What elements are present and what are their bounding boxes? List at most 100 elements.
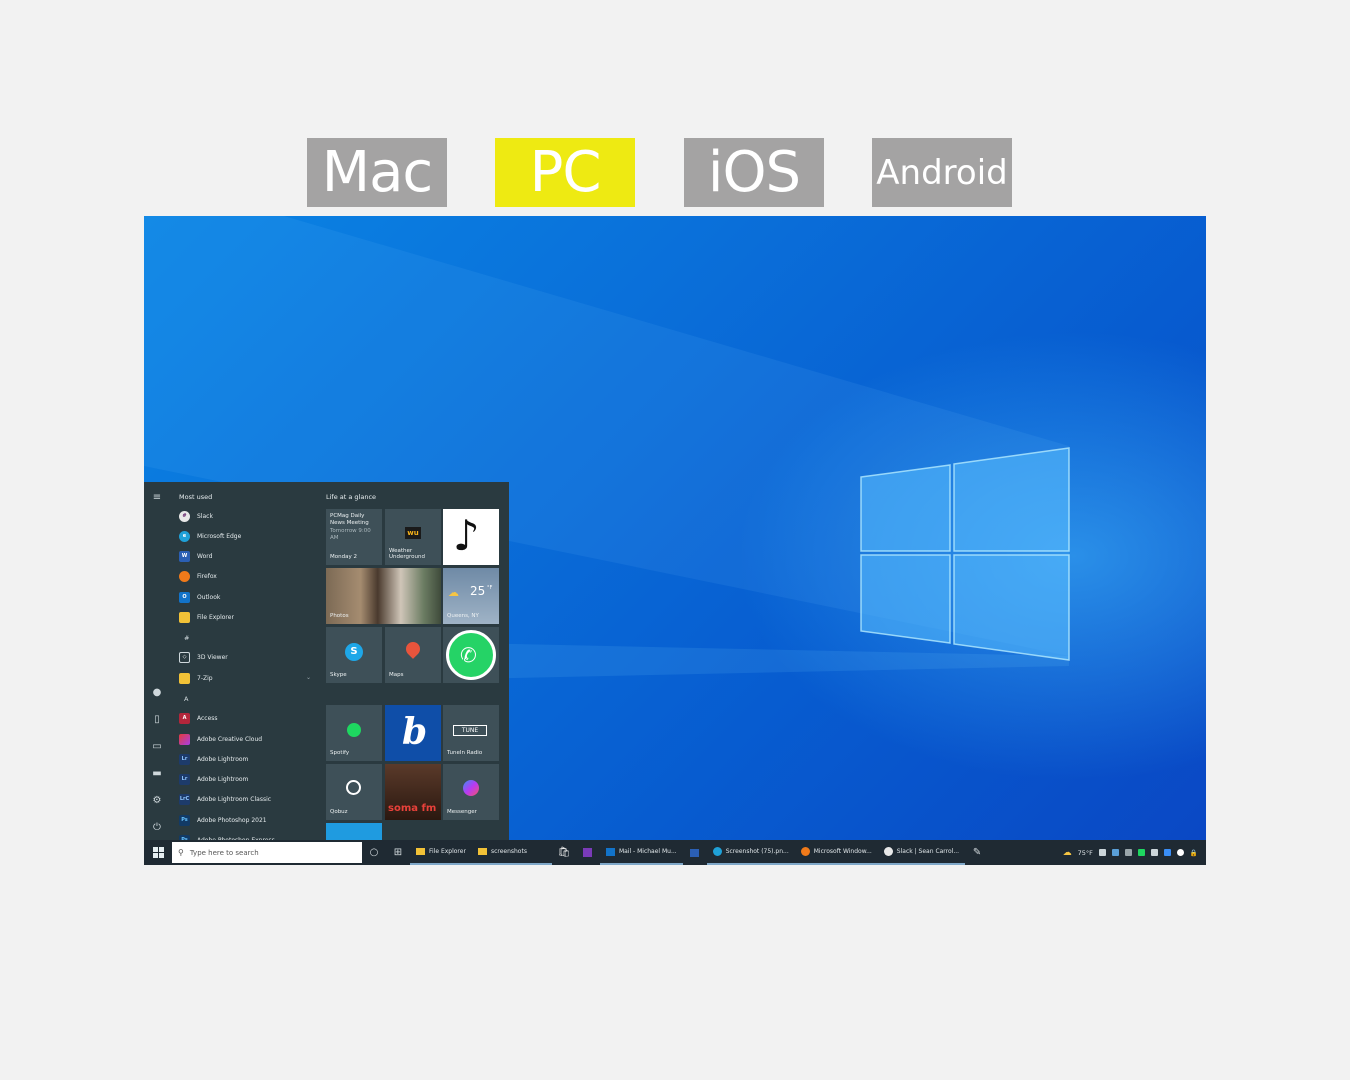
tray-app-icon[interactable]: [1137, 849, 1145, 856]
tray-temperature[interactable]: 75°F: [1078, 849, 1093, 857]
tile-label: Photos: [330, 613, 349, 620]
app-slack[interactable]: # Slack: [179, 509, 319, 523]
app-list: Most used # Slack e Microsoft Edge W Word F…: [174, 482, 319, 846]
soma-fm-logo: soma fm: [388, 803, 437, 814]
tile-label: TuneIn Radio: [447, 750, 483, 757]
app-lightroom-classic[interactable]: LrC Adobe Lightroom Classic: [179, 792, 319, 806]
app-label: 7-Zip: [197, 674, 213, 682]
tile-bing[interactable]: b: [385, 705, 441, 761]
app-label: Access: [197, 714, 218, 722]
edge-icon: e: [179, 530, 190, 542]
user-avatar-icon[interactable]: ●: [151, 687, 163, 699]
tile-whatsapp[interactable]: ✆: [443, 627, 499, 683]
hamburger-menu-icon[interactable]: ≡: [151, 492, 163, 504]
tile-tunein[interactable]: TUNE TuneIn Radio: [443, 705, 499, 761]
calendar-line4: AM: [330, 535, 339, 542]
app-edge[interactable]: e Microsoft Edge: [179, 529, 319, 543]
tile-music[interactable]: ♪: [443, 509, 499, 565]
tile-label: Qobuz: [330, 809, 348, 816]
taskbar-app-firefox[interactable]: Microsoft Window...: [794, 840, 878, 865]
tile-soma-fm[interactable]: soma fm: [385, 764, 441, 820]
tab-pc-label: PC: [529, 140, 602, 205]
app-outlook[interactable]: O Outlook: [179, 590, 319, 604]
tray-app-icon[interactable]: [1111, 849, 1119, 856]
letter-a[interactable]: A: [184, 695, 188, 703]
windows-desktop: ≡ ● ▯ ▭ ▬ ⚙ ⏻ Most used # Slack e Microsof…: [144, 216, 1206, 865]
tile-weather-underground[interactable]: wu Weather Underground: [385, 509, 441, 565]
bluetooth-icon[interactable]: [1163, 849, 1171, 856]
task-view-icon[interactable]: ⊞: [386, 840, 410, 865]
tray-app-icon[interactable]: [1098, 849, 1106, 856]
search-icon: ⚲: [178, 848, 184, 857]
app-lightroom[interactable]: Lr Adobe Lightroom: [179, 752, 319, 766]
tile-skype[interactable]: S Skype: [326, 627, 382, 683]
tile-maps[interactable]: Maps: [385, 627, 441, 683]
tile-qobuz[interactable]: Qobuz: [326, 764, 382, 820]
onedrive-icon[interactable]: [1176, 849, 1184, 856]
onenote-icon[interactable]: [576, 840, 600, 865]
app-label: File Explorer: [197, 613, 234, 621]
tunein-logo-icon: TUNE: [453, 725, 487, 736]
tray-app-icon[interactable]: [1124, 849, 1132, 856]
power-icon[interactable]: ⏻: [151, 822, 163, 834]
taskbar-app-screenshot-edge[interactable]: Screenshot (75).pn...: [706, 840, 795, 865]
whatsapp-icon: ✆: [446, 630, 496, 680]
app-file-explorer[interactable]: File Explorer: [179, 610, 319, 624]
documents-icon[interactable]: ▯: [151, 714, 163, 726]
app-label: Adobe Creative Cloud: [197, 735, 263, 743]
pinned-tool-icon[interactable]: ✎: [965, 840, 989, 865]
app-firefox[interactable]: Firefox: [179, 569, 319, 583]
tab-android-label: Android: [876, 152, 1008, 193]
start-menu: ≡ ● ▯ ▭ ▬ ⚙ ⏻ Most used # Slack e Microsof…: [144, 482, 509, 846]
tile-photos[interactable]: Photos: [326, 568, 441, 624]
taskbar-app-file-explorer[interactable]: File Explorer: [410, 840, 472, 865]
chevron-down-icon[interactable]: ⌄: [306, 674, 311, 681]
qobuz-icon: [346, 780, 361, 795]
weather-temp: 25: [470, 584, 486, 598]
cortana-icon[interactable]: ○: [362, 840, 386, 865]
taskbar-app-mail[interactable]: Mail - Michael Mu...: [599, 840, 683, 865]
taskbar-search-box[interactable]: ⚲ Type here to search: [172, 842, 362, 863]
app-label: Microsoft Edge: [197, 532, 242, 540]
tab-mac[interactable]: Mac: [307, 138, 447, 207]
calendar-day: Monday 2: [330, 554, 357, 561]
tab-android[interactable]: Android: [872, 138, 1012, 207]
tile-label: Weather Underground: [389, 547, 426, 561]
lock-icon[interactable]: 🔒: [1190, 849, 1198, 857]
outlook-icon: [605, 847, 615, 856]
app-7zip[interactable]: 7-Zip: [179, 671, 319, 685]
tile-partial[interactable]: [326, 823, 382, 840]
tile-calendar[interactable]: PCMag Daily News Meeting Tomorrow 9:00 A…: [326, 509, 382, 565]
taskbar-app-slack[interactable]: Slack | Sean Carrol...: [877, 840, 966, 865]
taskbar-app-screenshots[interactable]: screenshots: [471, 840, 552, 865]
letter-hash[interactable]: #: [184, 634, 189, 642]
app-label: Adobe Photoshop 2021: [197, 816, 267, 824]
word-icon[interactable]: [683, 840, 707, 865]
app-access[interactable]: A Access: [179, 711, 319, 725]
videos-icon[interactable]: ▬: [151, 768, 163, 780]
start-button[interactable]: [144, 840, 172, 865]
settings-gear-icon[interactable]: ⚙: [151, 795, 163, 807]
app-3d-viewer[interactable]: ◇ 3D Viewer: [179, 650, 319, 664]
tab-pc[interactable]: PC: [495, 138, 635, 207]
app-label: Slack: [197, 512, 213, 520]
app-lightroom-2[interactable]: Lr Adobe Lightroom: [179, 772, 319, 786]
app-creative-cloud[interactable]: Adobe Creative Cloud: [179, 732, 319, 746]
tray-app-icon[interactable]: [1150, 849, 1158, 856]
pictures-icon[interactable]: ▭: [151, 741, 163, 753]
tab-ios[interactable]: iOS: [684, 138, 824, 207]
app-photoshop[interactable]: Ps Adobe Photoshop 2021: [179, 813, 319, 827]
tile-messenger[interactable]: Messenger: [443, 764, 499, 820]
slack-icon: [883, 847, 893, 856]
tile-weather[interactable]: ☁ 25 °F Queens, NY: [443, 568, 499, 624]
store-icon[interactable]: 🛍: [552, 840, 576, 865]
start-rail: ≡ ● ▯ ▭ ▬ ⚙ ⏻: [144, 482, 170, 840]
app-word[interactable]: W Word: [179, 549, 319, 563]
weather-icon[interactable]: ☁: [1063, 848, 1072, 858]
weather-unit: °F: [487, 585, 493, 591]
taskbar-app-label: Screenshot (75).pn...: [725, 848, 789, 855]
app-label: 3D Viewer: [197, 653, 228, 661]
tile-spotify[interactable]: Spotify: [326, 705, 382, 761]
word-icon: W: [179, 550, 190, 562]
skype-icon: S: [345, 643, 363, 661]
